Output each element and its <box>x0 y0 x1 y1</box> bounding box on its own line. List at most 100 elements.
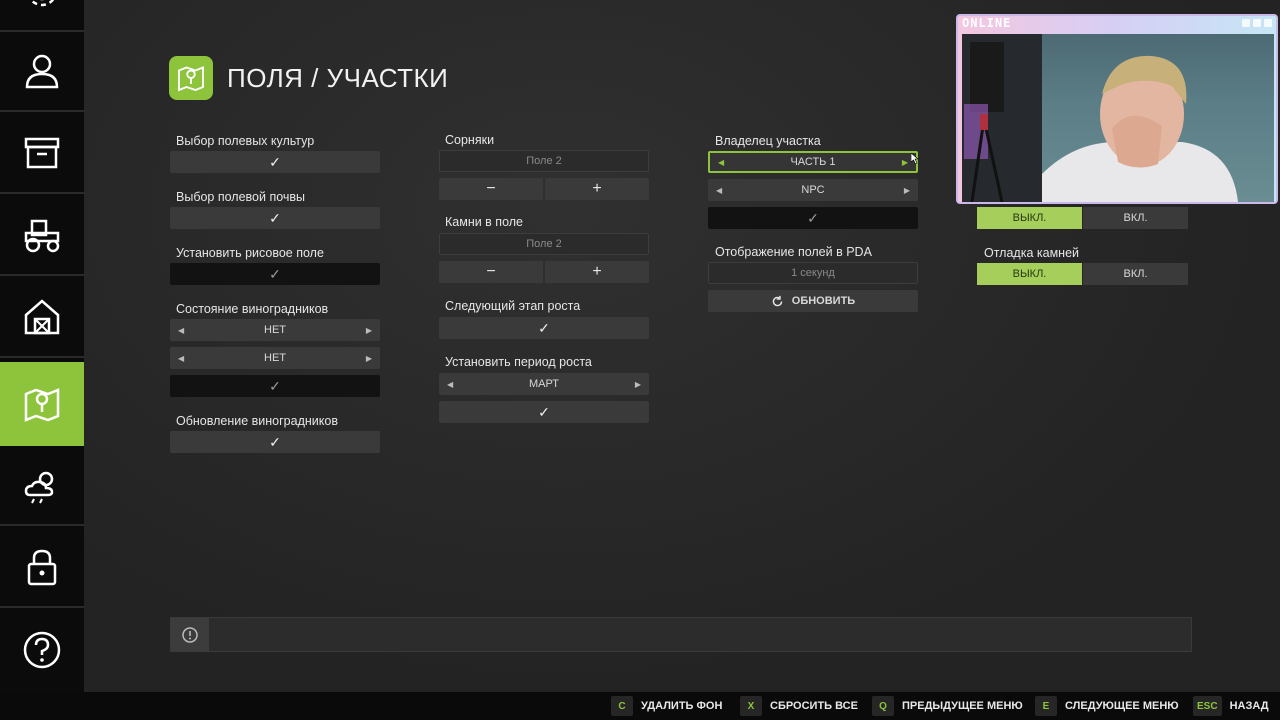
vineyard-state-apply-button[interactable]: ✓ <box>170 375 380 397</box>
hotkey-next-menu[interactable]: E СЛЕДУЮЩЕЕ МЕНЮ <box>1035 696 1179 716</box>
vineyard-state-select-1[interactable]: ◀ НЕТ ▶ <box>170 319 380 341</box>
arrow-right-icon[interactable]: ▶ <box>902 158 908 167</box>
webcam-overlay: ONLINE <box>956 14 1278 204</box>
key-badge: E <box>1035 696 1057 716</box>
growth-period-select[interactable]: ◀ МАРТ ▶ <box>439 373 649 395</box>
check-icon: ✓ <box>269 153 281 170</box>
sidebar <box>0 0 90 692</box>
stones-increase-button[interactable]: + <box>545 261 649 283</box>
arrow-right-icon[interactable]: ▶ <box>635 380 641 389</box>
stones-field-input[interactable]: Поле 2 <box>439 233 649 255</box>
toggle1-on-option[interactable]: ВКЛ. <box>1083 207 1188 229</box>
owner-part-select[interactable]: ◀ ЧАСТЬ 1 ▶ <box>708 151 918 173</box>
vineyard-state-value-2: НЕТ <box>264 352 286 364</box>
weeds-label: Сорняки <box>445 133 495 147</box>
hotkey-bar: C УДАЛИТЬ ФОН X СБРОСИТЬ ВСЕ Q ПРЕДЫДУЩЕЕ М… <box>0 692 1280 720</box>
crops-button[interactable]: ✓ <box>170 151 380 173</box>
hotkey-label: ПРЕДЫДУЩЕЕ МЕНЮ <box>902 700 1023 712</box>
sidebar-item-archive[interactable] <box>0 114 84 194</box>
owner-part-value: ЧАСТЬ 1 <box>790 156 836 168</box>
hotkey-label: УДАЛИТЬ ФОН <box>641 700 723 712</box>
arrow-left-icon[interactable]: ◀ <box>716 186 722 195</box>
stones-debug-label: Отладка камней <box>984 246 1080 260</box>
soil-label: Выбор полевой почвы <box>176 190 306 204</box>
key-badge: C <box>611 696 633 716</box>
webcam-window-controls <box>1242 19 1272 27</box>
vineyard-state-select-2[interactable]: ◀ НЕТ ▶ <box>170 347 380 369</box>
refresh-label: ОБНОВИТЬ <box>791 295 856 307</box>
page-title: ПОЛЯ / УЧАСТКИ <box>227 62 449 93</box>
toggle1-off-option[interactable]: ВЫКЛ. <box>977 207 1082 229</box>
rice-label: Установить рисовое поле <box>176 246 324 260</box>
check-icon: ✓ <box>269 377 281 394</box>
hotkey-remove-bg[interactable]: C УДАЛИТЬ ФОН <box>611 696 722 716</box>
hotkey-label: СЛЕДУЮЩЕЕ МЕНЮ <box>1065 700 1179 712</box>
arrow-right-icon[interactable]: ▶ <box>366 326 372 335</box>
crops-label: Выбор полевых культур <box>176 134 315 148</box>
hotkey-back[interactable]: ESC НАЗАД <box>1193 696 1269 716</box>
page-header: ПОЛЯ / УЧАСТКИ <box>169 56 448 100</box>
user-icon <box>25 54 59 89</box>
key-badge: Q <box>872 696 894 716</box>
vineyard-update-label: Обновление виноградников <box>176 414 338 428</box>
arrow-right-icon[interactable]: ▶ <box>366 354 372 363</box>
owner-apply-button[interactable]: ✓ <box>708 207 918 229</box>
check-icon: ✓ <box>538 319 550 336</box>
pda-label: Отображение полей в PDA <box>715 245 872 259</box>
key-badge: X <box>740 696 762 716</box>
weather-icon <box>24 471 54 504</box>
sidebar-item-fields[interactable] <box>0 362 90 446</box>
stones-decrease-button[interactable]: − <box>439 261 543 283</box>
info-bar <box>170 617 1192 652</box>
pda-interval-input[interactable]: 1 секунд <box>708 262 918 284</box>
check-icon: ✓ <box>269 265 281 282</box>
sidebar-item-user[interactable] <box>0 32 84 112</box>
vineyard-update-button[interactable]: ✓ <box>170 431 380 453</box>
vineyard-state-value-1: НЕТ <box>264 324 286 336</box>
arrow-left-icon[interactable]: ◀ <box>718 158 724 167</box>
arrow-right-icon[interactable]: ▶ <box>904 186 910 195</box>
sidebar-item-tractor[interactable] <box>0 196 84 276</box>
weeds-field-input[interactable]: Поле 2 <box>439 150 649 172</box>
hotkey-prev-menu[interactable]: Q ПРЕДЫДУЩЕЕ МЕНЮ <box>872 696 1023 716</box>
sidebar-item-lock[interactable] <box>0 528 84 608</box>
owner-label: Владелец участка <box>715 134 821 148</box>
hotkey-reset-all[interactable]: X СБРОСИТЬ ВСЕ <box>740 696 858 716</box>
weeds-decrease-button[interactable]: − <box>439 178 543 200</box>
info-icon <box>171 618 209 651</box>
sidebar-item-weather[interactable] <box>0 446 84 526</box>
stones-debug-on-option[interactable]: ВКЛ. <box>1083 263 1188 285</box>
check-icon: ✓ <box>538 403 550 420</box>
owner-npc-select[interactable]: ◀ NPC ▶ <box>708 179 918 201</box>
arrow-left-icon[interactable]: ◀ <box>178 326 184 335</box>
refresh-icon <box>772 295 783 306</box>
hotkey-label: СБРОСИТЬ ВСЕ <box>770 700 858 712</box>
page-icon <box>169 56 213 100</box>
arrow-left-icon[interactable]: ◀ <box>447 380 453 389</box>
growth-period-apply-button[interactable]: ✓ <box>439 401 649 423</box>
check-icon: ✓ <box>269 433 281 450</box>
arrow-left-icon[interactable]: ◀ <box>178 354 184 363</box>
rice-button[interactable]: ✓ <box>170 263 380 285</box>
map-pin-icon <box>24 388 60 422</box>
webcam-feed <box>962 34 1274 202</box>
growth-stage-label: Следующий этап роста <box>445 299 581 313</box>
sidebar-item-settings[interactable] <box>0 0 84 32</box>
check-icon: ✓ <box>807 209 819 226</box>
settings-icon <box>29 0 55 7</box>
tractor-icon <box>24 219 60 253</box>
stones-debug-off-option[interactable]: ВЫКЛ. <box>977 263 1082 285</box>
key-badge: ESC <box>1193 696 1222 716</box>
map-pin-icon <box>178 66 204 92</box>
growth-stage-button[interactable]: ✓ <box>439 317 649 339</box>
check-icon: ✓ <box>269 209 281 226</box>
barn-icon <box>24 299 60 335</box>
owner-npc-value: NPC <box>801 184 825 196</box>
soil-button[interactable]: ✓ <box>170 207 380 229</box>
weeds-increase-button[interactable]: + <box>545 178 649 200</box>
refresh-button[interactable]: ОБНОВИТЬ <box>708 290 918 312</box>
growth-period-value: МАРТ <box>528 378 560 390</box>
sidebar-item-barn[interactable] <box>0 278 84 358</box>
sidebar-item-help[interactable] <box>0 610 84 690</box>
hotkey-label: НАЗАД <box>1229 700 1269 712</box>
